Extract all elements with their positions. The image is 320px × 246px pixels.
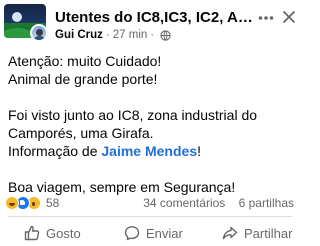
shares-count[interactable]: 6 partilhas <box>239 196 294 210</box>
post-actions: Gosto Enviar Partilhar <box>0 220 300 246</box>
message-text: ! <box>197 143 201 159</box>
author-avatar-body <box>33 36 46 40</box>
message-line: Boa viagem, sempre em Segurança! <box>8 179 236 195</box>
haha-reaction-icon <box>5 196 19 210</box>
post-header: Utentes do IC8,IC3, IC2, A1... Gui Cruz … <box>0 0 300 44</box>
close-icon[interactable] <box>282 10 296 24</box>
send-button[interactable]: Enviar <box>124 220 183 246</box>
send-button-label: Enviar <box>146 225 183 241</box>
message-line: Animal de grande porte! <box>8 71 158 87</box>
comment-bubble-icon <box>124 226 140 241</box>
like-button-label: Gosto <box>46 225 81 241</box>
share-button-label: Partilhar <box>244 225 293 241</box>
thumbs-up-icon <box>24 225 40 241</box>
message-line: Camporés, uma Girafa. <box>8 125 154 141</box>
share-arrow-icon <box>222 226 238 240</box>
message-line: Atenção: muito Cuidado! <box>8 53 162 69</box>
divider <box>8 216 292 217</box>
post-meta: Gui Cruz · 27 min · <box>55 29 171 41</box>
meta-separator: · <box>150 29 155 41</box>
engagement-counts: 34 comentários 6 partilhas <box>143 196 294 210</box>
author-name[interactable]: Gui Cruz <box>55 29 103 41</box>
like-button[interactable]: Gosto <box>24 220 81 246</box>
globe-icon <box>160 29 171 41</box>
comments-count[interactable]: 34 comentários <box>143 196 225 210</box>
reactions-count: 58 <box>46 196 60 210</box>
post-time[interactable]: 27 min <box>113 29 148 41</box>
share-button[interactable]: Partilhar <box>222 220 292 246</box>
message-line: Informação de Jaime Mendes! <box>8 142 298 160</box>
group-name[interactable]: Utentes do IC8,IC3, IC2, A1... <box>55 9 255 26</box>
post-message: Atenção: muito Cuidado! Animal de grande… <box>8 52 298 196</box>
facebook-post: Utentes do IC8,IC3, IC2, A1... Gui Cruz … <box>0 0 300 246</box>
avatar-moon-shape <box>12 12 22 22</box>
message-line: Foi visto junto ao IC8, zona industrial … <box>8 107 258 123</box>
mention-link[interactable]: Jaime Mendes <box>101 143 197 159</box>
message-text: Informação de <box>8 143 102 159</box>
meta-separator: · <box>105 29 110 41</box>
more-options-icon[interactable] <box>258 10 274 26</box>
author-avatar[interactable] <box>30 24 48 42</box>
author-avatar-head <box>36 29 43 36</box>
reactions-summary[interactable]: 58 <box>5 195 59 211</box>
